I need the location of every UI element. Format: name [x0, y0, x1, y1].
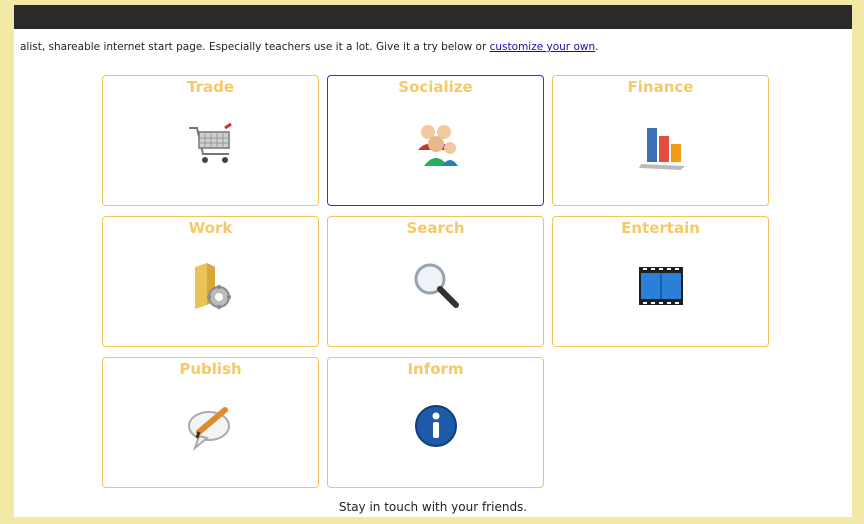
tile-title: Finance — [627, 78, 694, 96]
status-caption: Stay in touch with your friends. — [338, 500, 528, 514]
tile-title: Publish — [179, 360, 242, 378]
tile-title: Search — [406, 219, 465, 237]
tile-title: Work — [188, 219, 233, 237]
tile-entertain[interactable]: Entertain — [552, 216, 769, 347]
intro-sentence: alist, shareable internet start page. Es… — [20, 41, 490, 53]
info-icon — [414, 405, 457, 447]
people-icon — [417, 125, 458, 166]
speech-bubble-pencil-icon — [187, 407, 230, 452]
bar-chart-icon — [638, 128, 685, 170]
browser-content: alist, shareable internet start page. Es… — [14, 5, 852, 517]
tile-title: Entertain — [621, 219, 700, 237]
tile-work[interactable]: Work — [102, 216, 319, 347]
tile-inform[interactable]: Inform — [327, 357, 544, 488]
tile-title: Socialize — [398, 78, 473, 96]
tile-finance[interactable]: Finance — [552, 75, 769, 206]
tile-title: Trade — [186, 78, 234, 96]
top-bar — [14, 5, 852, 29]
tile-title: Inform — [407, 360, 464, 378]
tile-trade[interactable]: Trade — [102, 75, 319, 206]
tile-search[interactable]: Search — [327, 216, 544, 347]
film-strip-icon — [638, 267, 683, 305]
tile-publish[interactable]: Publish — [102, 357, 319, 488]
folder-gear-icon — [194, 263, 231, 309]
shopping-cart-icon — [188, 122, 232, 163]
customize-link[interactable]: customize your own — [490, 41, 596, 53]
intro-text: alist, shareable internet start page. Es… — [20, 41, 598, 53]
intro-suffix: . — [595, 41, 599, 53]
magnifier-icon — [414, 263, 459, 308]
tile-socialize[interactable]: Socialize — [327, 75, 544, 206]
